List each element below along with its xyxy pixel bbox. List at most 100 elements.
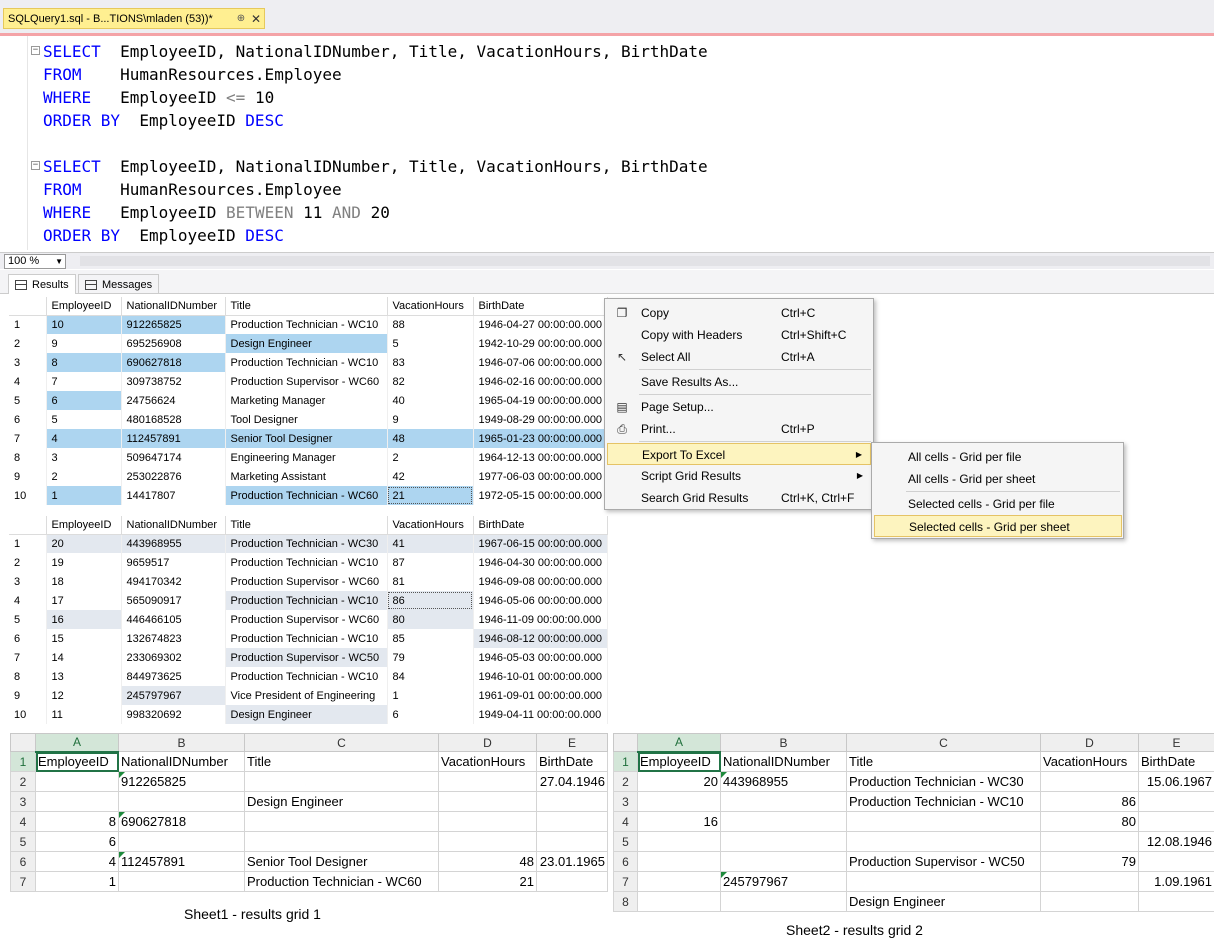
column-header[interactable]: BirthDate [473, 297, 609, 316]
column-header[interactable]: E [536, 733, 608, 752]
grid-cell[interactable]: 309738752 [121, 372, 226, 391]
sheet-cell[interactable]: Design Engineer [244, 791, 439, 812]
pin-icon[interactable]: ⊕ [234, 13, 248, 24]
grid-cell[interactable]: 132674823 [121, 629, 226, 648]
excel-sheet-2[interactable]: A B C D E 1 EmployeeID NationalIDNumber Tit… [613, 733, 1214, 912]
grid-cell[interactable]: 2 [46, 467, 122, 486]
row-number[interactable]: 10 [9, 486, 47, 505]
grid-cell[interactable]: Vice President of Engineering [225, 686, 388, 705]
sheet-cell[interactable] [1040, 771, 1139, 792]
sheet-cell[interactable] [846, 871, 1041, 892]
grid-cell[interactable]: 79 [387, 648, 474, 667]
sheet-cell[interactable] [438, 811, 537, 832]
column-header[interactable]: Title [225, 516, 388, 535]
submenu-item-selected-cells-grid-per-sheet[interactable]: Selected cells - Grid per sheet [874, 515, 1122, 537]
grid-cell[interactable]: 1946-08-12 00:00:00.000 [473, 629, 609, 648]
grid-row[interactable]: 10 11 998320692 Design Engineer 6 1949-04-11 … [9, 705, 609, 724]
grid-cell[interactable]: 17 [46, 591, 122, 610]
sheet-cell[interactable] [720, 891, 847, 912]
grid-cell[interactable]: Production Technician - WC10 [225, 553, 388, 572]
row-number[interactable]: 5 [9, 391, 47, 410]
row-header[interactable]: 7 [613, 871, 638, 892]
sheet-cell[interactable]: 1 [35, 871, 119, 892]
column-header[interactable]: Title [225, 297, 388, 316]
sheet-cell[interactable] [438, 831, 537, 852]
row-number[interactable]: 3 [9, 353, 47, 372]
grid-row[interactable]: 9 12 245797967 Vice President of Engineerin… [9, 686, 609, 705]
grid-cell[interactable]: 42 [387, 467, 474, 486]
grid-cell[interactable]: 1946-04-27 00:00:00.000 [473, 315, 609, 334]
grid-cell[interactable]: 1946-04-30 00:00:00.000 [473, 553, 609, 572]
grid-cell[interactable]: 82 [387, 372, 474, 391]
grid-cell[interactable]: Production Supervisor - WC60 [225, 610, 388, 629]
row-header[interactable]: 2 [10, 771, 36, 792]
sheet-cell[interactable] [536, 831, 608, 852]
sheet-cell[interactable]: 15.06.1967 [1138, 771, 1214, 792]
grid-cell[interactable]: 84 [387, 667, 474, 686]
grid-cell[interactable]: 14 [46, 648, 122, 667]
row-number[interactable]: 6 [9, 629, 47, 648]
grid-cell[interactable]: 695256908 [121, 334, 226, 353]
row-header[interactable]: 5 [613, 831, 638, 852]
collapse-icon[interactable]: − [31, 161, 40, 170]
tab-messages[interactable]: Messages [78, 274, 160, 294]
grid-cell[interactable]: 2 [387, 448, 474, 467]
sheet-cell[interactable]: Title [244, 751, 439, 772]
grid-cell[interactable]: Production Supervisor - WC60 [225, 572, 388, 591]
row-number[interactable]: 8 [9, 667, 47, 686]
grid-cell[interactable]: Production Technician - WC30 [225, 534, 388, 553]
row-number[interactable]: 7 [9, 429, 47, 448]
grid-cell[interactable]: Marketing Assistant [225, 467, 388, 486]
sheet-cell[interactable] [35, 791, 119, 812]
grid-cell[interactable]: 6 [387, 705, 474, 724]
grid-cell[interactable]: 24756624 [121, 391, 226, 410]
grid-cell[interactable]: 1964-12-13 00:00:00.000 [473, 448, 609, 467]
sheet-cell[interactable]: 16 [637, 811, 721, 832]
grid-cell[interactable]: 844973625 [121, 667, 226, 686]
grid-cell[interactable]: Marketing Manager [225, 391, 388, 410]
column-header[interactable]: VacationHours [387, 516, 474, 535]
sheet-cell[interactable] [244, 831, 439, 852]
grid-cell[interactable]: 446466105 [121, 610, 226, 629]
sheet-cell[interactable]: NationalIDNumber [118, 751, 245, 772]
sheet-cell[interactable] [536, 811, 608, 832]
row-header[interactable]: 2 [613, 771, 638, 792]
sheet-cell[interactable] [637, 831, 721, 852]
sheet-cell[interactable]: BirthDate [536, 751, 608, 772]
grid-row[interactable]: 9 2 253022876 Marketing Assistant 42 1977-06-… [9, 467, 609, 486]
row-number[interactable]: 4 [9, 591, 47, 610]
grid-row[interactable]: 6 5 480168528 Tool Designer 9 1949-08-29 00:0… [9, 410, 609, 429]
sheet-cell[interactable]: 12.08.1946 [1138, 831, 1214, 852]
grid-cell[interactable]: 9 [387, 410, 474, 429]
sheet-cell[interactable] [35, 771, 119, 792]
grid-cell[interactable]: Production Technician - WC60 [225, 486, 388, 505]
grid-cell[interactable]: 1 [387, 686, 474, 705]
submenu-item-all-cells-grid-per-sheet[interactable]: All cells - Grid per sheet [874, 468, 1122, 490]
grid-row[interactable]: 2 19 9659517 Production Technician - WC10 87… [9, 553, 609, 572]
select-all-corner[interactable] [613, 733, 638, 752]
grid-cell[interactable]: 1946-05-03 00:00:00.000 [473, 648, 609, 667]
row-number[interactable]: 5 [9, 610, 47, 629]
menu-item-select-all[interactable]: ↖ Select All Ctrl+A [607, 346, 871, 368]
row-header[interactable]: 6 [10, 851, 36, 872]
grid-cell[interactable]: 48 [387, 429, 474, 448]
grid-cell[interactable]: 11 [46, 705, 122, 724]
close-icon[interactable]: ✕ [248, 12, 264, 26]
grid-row[interactable]: 7 14 233069302 Production Supervisor - WC50… [9, 648, 609, 667]
row-number[interactable]: 8 [9, 448, 47, 467]
grid-cell[interactable]: Senior Tool Designer [225, 429, 388, 448]
row-number[interactable]: 2 [9, 334, 47, 353]
grid-row[interactable]: 1 20 443968955 Production Technician - WC30… [9, 534, 609, 553]
row-number[interactable]: 1 [9, 534, 47, 553]
grid-cell[interactable]: 81 [387, 572, 474, 591]
sheet-cell[interactable]: 48 [438, 851, 537, 872]
menu-item-copy-with-headers[interactable]: Copy with Headers Ctrl+Shift+C [607, 324, 871, 346]
grid-cell[interactable]: 15 [46, 629, 122, 648]
grid-cell[interactable]: 1942-10-29 00:00:00.000 [473, 334, 609, 353]
sheet-cell[interactable] [244, 811, 439, 832]
grid-cell[interactable]: Design Engineer [225, 334, 388, 353]
grid-cell[interactable]: 1967-06-15 00:00:00.000 [473, 534, 609, 553]
row-header[interactable]: 8 [613, 891, 638, 912]
row-header[interactable]: 7 [10, 871, 36, 892]
submenu-item-selected-cells-grid-per-file[interactable]: Selected cells - Grid per file [874, 493, 1122, 515]
